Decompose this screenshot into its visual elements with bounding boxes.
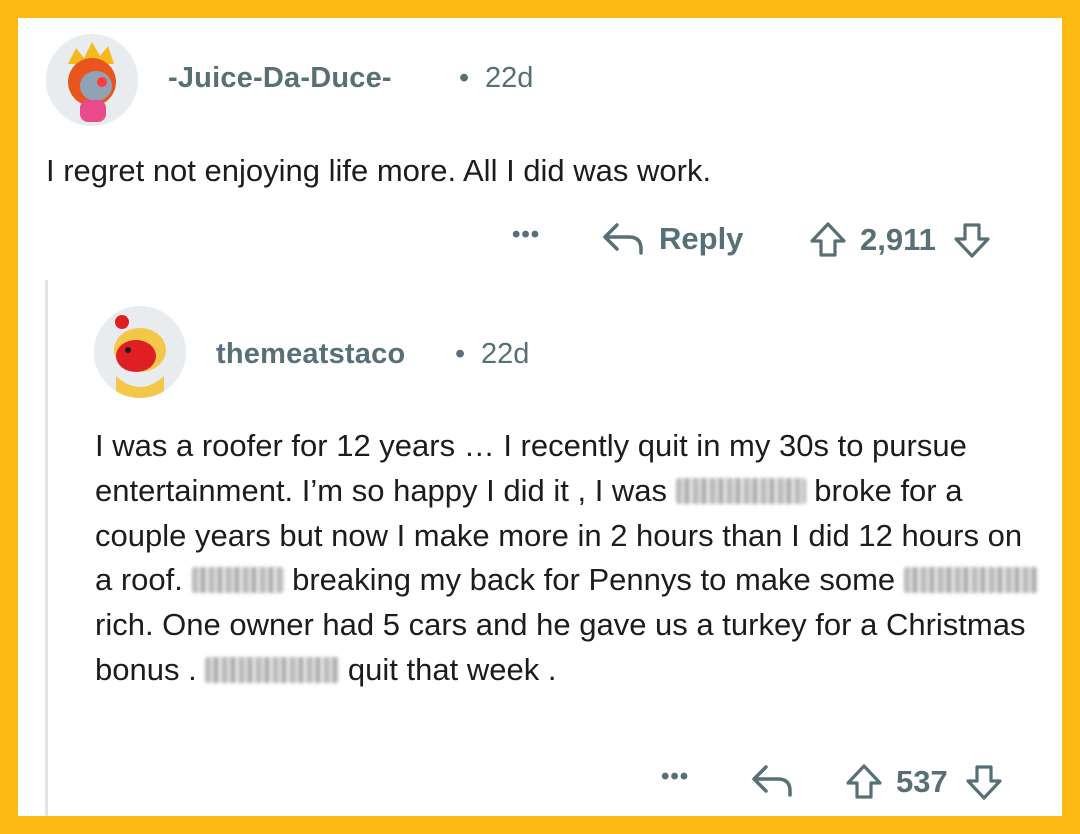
reply-arrow-icon [750,763,794,799]
user-avatar[interactable] [94,306,186,398]
comment-body: I regret not enjoying life more. All I d… [46,153,712,188]
comment-username[interactable]: themeatstaco [216,338,405,371]
upvote-icon[interactable] [844,763,884,801]
comment-username[interactable]: -Juice-Da-Duce- [168,62,392,95]
reply-button[interactable]: Reply [601,221,743,257]
upvote-icon[interactable] [808,221,848,259]
more-options-button[interactable]: ••• [661,763,689,791]
reply-button[interactable] [750,763,794,799]
vote-score: 2,911 [860,222,936,257]
comment-age: 22d [485,62,534,94]
censored-word [205,656,340,683]
downvote-icon[interactable] [952,221,992,259]
vote-score: 537 [896,764,948,799]
censored-word [903,567,1038,594]
comment-body: I was a roofer for 12 years … I recently… [95,424,1045,693]
reply-label: Reply [659,221,744,256]
meta-separator: • [455,338,466,370]
comment-age: 22d [481,338,530,370]
snoo-avatar-icon [46,34,138,126]
reply-arrow-icon [601,221,645,257]
more-label: ••• [661,763,690,790]
vote-group: 2,911 [808,221,992,259]
thread-line[interactable] [45,280,48,816]
downvote-icon[interactable] [964,763,1004,801]
snoo-avatar-icon [94,306,186,398]
comment-thread-card: -Juice-Da-Duce- • 22d I regret not enjoy… [18,18,1062,816]
more-label: ••• [512,221,541,248]
user-avatar[interactable] [46,34,138,126]
comment-text-segment: quit that week . [339,651,557,687]
comment-text-segment: breaking my back for Pennys to make some [283,562,904,598]
censored-word [191,567,284,594]
censored-word [675,477,806,504]
meta-separator: • [459,62,470,94]
more-options-button[interactable]: ••• [512,221,540,249]
vote-group: 537 [844,763,1004,801]
